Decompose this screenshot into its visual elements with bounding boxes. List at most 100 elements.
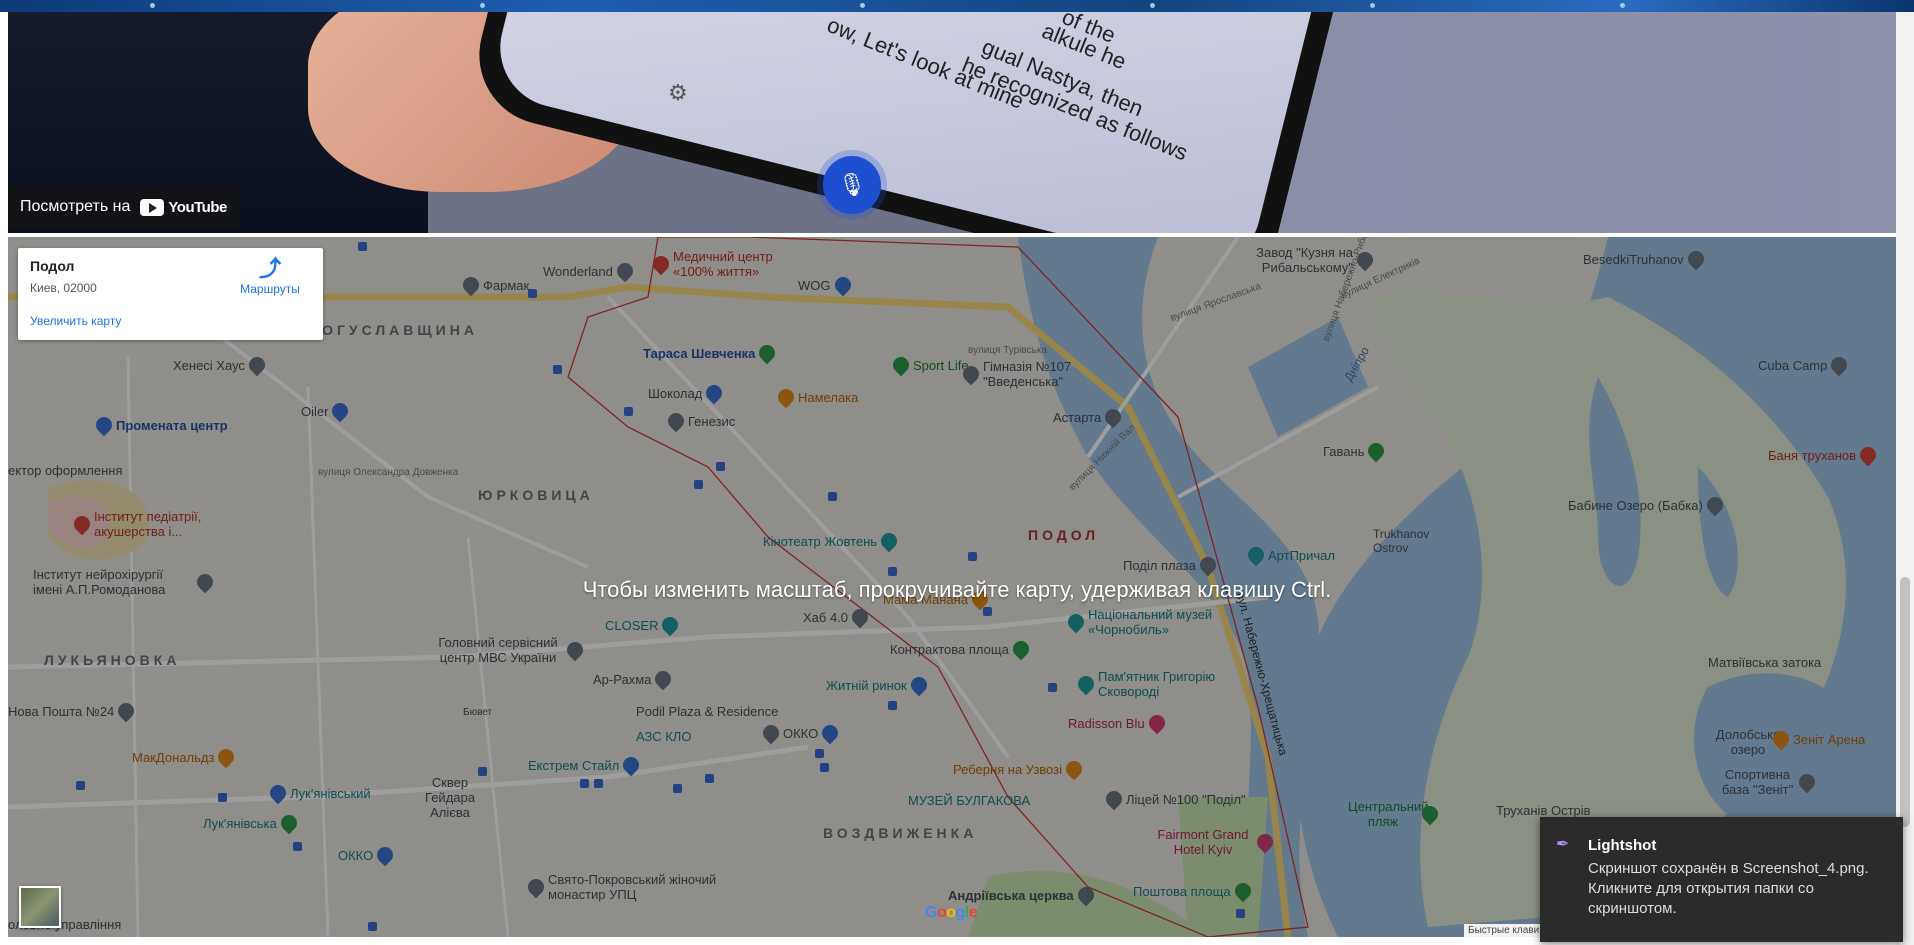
map-poi[interactable]: Нова Пошта №24	[8, 699, 138, 723]
metro-icon	[756, 341, 779, 365]
youtube-wordmark: YouTube	[168, 198, 227, 216]
map-poi[interactable]: WOG	[798, 273, 854, 297]
page-scrollbar[interactable]	[1896, 12, 1914, 945]
map-poi[interactable]: Бабине Озеро (Бабка)	[1568, 493, 1727, 517]
bus-stop-icon	[694, 480, 703, 489]
map-poi[interactable]: ектор оформлення	[8, 463, 122, 478]
map-poi[interactable]: Тараса Шевченка	[643, 341, 779, 365]
map-poi[interactable]: Житній ринок	[826, 673, 931, 697]
poi-label: Національний музей «Чорнобиль»	[1088, 607, 1213, 637]
map-poi[interactable]: Лук'янівська	[203, 811, 301, 835]
map-poi[interactable]: Oiler	[301, 399, 352, 423]
map-poi[interactable]: Гімназія №107 "Введенська"	[959, 359, 1093, 389]
map-poi[interactable]: Реберня на Узвозі	[953, 757, 1086, 781]
bus-stop-icon	[815, 749, 824, 758]
spa-icon	[1856, 443, 1880, 467]
bus-stop-icon	[553, 365, 562, 374]
bus-stop-icon	[673, 784, 682, 793]
map-poi[interactable]: Фармак	[459, 273, 529, 297]
map-poi[interactable]: МакДональдз	[132, 745, 238, 769]
map-poi[interactable]: Бювет	[463, 707, 492, 718]
map-poi[interactable]: Баня труханов	[1768, 443, 1880, 467]
directions-icon: ⤴	[259, 256, 282, 281]
poi-label: Завод "Кузня на Рибальському"	[1256, 245, 1353, 275]
map-poi[interactable]: Медичний центр «100% життя»	[649, 249, 793, 279]
map-poi[interactable]: ОККО	[759, 721, 842, 745]
youtube-embed[interactable]: of the alkule he gual Nastya, then he re…	[8, 12, 1896, 233]
directions-button[interactable]: ⤴ Маршруты	[235, 256, 305, 297]
map-poi[interactable]: Fairmont Grand Hotel Kyiv	[1153, 827, 1277, 857]
church-icon	[1074, 883, 1097, 907]
watch-on-youtube-button[interactable]: Посмотреть на YouTube	[8, 185, 239, 229]
map-pin-icon	[759, 721, 783, 745]
map-poi[interactable]: Ар-Рахма	[593, 667, 675, 691]
map-poi[interactable]: Промената центр	[92, 413, 228, 437]
map-poi[interactable]: Шоколад	[648, 381, 726, 405]
map-poi[interactable]: Лук'янівський	[266, 781, 371, 805]
map-poi[interactable]: Wonderland	[543, 259, 637, 283]
map-poi[interactable]: Ліцей №100 "Поділ"	[1102, 787, 1246, 811]
map-poi[interactable]: Андріївська церква	[948, 883, 1097, 907]
hotel-icon	[1145, 711, 1168, 735]
map-pin-icon	[1101, 405, 1125, 429]
enlarge-map-link[interactable]: Увеличить карту	[30, 314, 121, 328]
map-poi[interactable]: Інститут нейрохірургії імені А.П.Ромодан…	[33, 567, 217, 597]
map-poi[interactable]: Екстрем Стайл	[528, 753, 643, 777]
map-poi[interactable]: Мама Манана	[883, 587, 992, 611]
map-poi[interactable]: Сквер Гейдара Алієва	[415, 775, 485, 820]
poi-label: ектор оформлення	[8, 463, 123, 478]
map-poi[interactable]: BesedkiTruhanov	[1583, 247, 1708, 271]
poi-label: CLOSER	[605, 617, 659, 633]
map-poi[interactable]: Podil Plaza & Residence	[636, 704, 778, 719]
poi-label: Шоколад	[648, 385, 703, 401]
map-poi[interactable]: Генезис	[664, 409, 735, 433]
map-poi[interactable]: Труханів Острів	[1496, 803, 1591, 818]
map-poi[interactable]: Radisson Blu	[1068, 711, 1168, 735]
notification-message: Скриншот сохранён в Screenshot_4.png. Кл…	[1588, 860, 1869, 917]
map-poi[interactable]: Національний музей «Чорнобиль»	[1064, 607, 1238, 637]
map-poi[interactable]: Поштова площа	[1133, 879, 1254, 903]
map-poi[interactable]: Хенесі Хаус	[173, 353, 269, 377]
map-poi[interactable]: Астарта	[1053, 405, 1125, 429]
map-poi[interactable]: Поділ плаза	[1123, 553, 1220, 577]
map-poi[interactable]: Завод "Кузня на Рибальському"	[1228, 245, 1377, 275]
map-poi[interactable]: ОККО	[338, 843, 397, 867]
poi-label: Trukhanov Ostrov	[1373, 527, 1430, 555]
bus-stop-icon	[1236, 909, 1245, 918]
map-poi[interactable]: Хаб 4.0	[803, 605, 872, 629]
map-poi[interactable]: АртПричал	[1244, 543, 1335, 567]
map-poi[interactable]: Гавань	[1323, 439, 1388, 463]
map-poi[interactable]: Trukhanov Ostrov	[1373, 527, 1443, 555]
map-poi[interactable]: Кінотеатр Жовтень	[763, 529, 901, 553]
map-poi[interactable]: CLOSER	[605, 613, 682, 637]
map-poi[interactable]: МУЗЕЙ БУЛГАКОВА	[908, 793, 1030, 808]
map-poi[interactable]: Інститут педіатрії, акушерства і...	[70, 509, 219, 539]
bus-stop-icon	[528, 289, 537, 298]
satellite-toggle-button[interactable]	[19, 886, 61, 928]
poi-label: Radisson Blu	[1068, 715, 1145, 731]
map-poi[interactable]: Контрактова площа	[890, 637, 1033, 661]
scrollbar-thumb[interactable]	[1900, 577, 1910, 827]
map-poi[interactable]: Центральний пляж	[1348, 799, 1442, 829]
keyboard-shortcuts-link[interactable]: Быстрые клави	[1464, 924, 1544, 937]
map-poi[interactable]: Cuba Camp	[1758, 353, 1851, 377]
cafe-icon	[659, 613, 682, 637]
map-poi[interactable]: Матвіївська затока	[1708, 655, 1821, 670]
map-poi[interactable]: Спортивна база "Зеніт"	[1720, 767, 1819, 797]
poi-label: Інститут нейрохірургії імені А.П.Ромодан…	[33, 567, 166, 597]
map-poi[interactable]: Sport Life	[889, 353, 969, 377]
poi-label: Лук'янівський	[290, 785, 371, 801]
map-poi[interactable]: Головний сервісний центр МВС України	[433, 635, 587, 665]
place-card: Подол Киев, 02000 Увеличить карту ⤴ Марш…	[18, 248, 323, 340]
map-poi[interactable]: АЗС КЛО	[636, 729, 691, 744]
map-poi[interactable]: Пам'ятник Григорію Сковороді	[1074, 669, 1248, 699]
youtube-play-icon	[140, 198, 165, 216]
bus-stop-icon	[580, 779, 589, 788]
map-poi[interactable]: Зеніт Арена	[1769, 727, 1865, 751]
poi-label: ОККО	[338, 847, 374, 863]
lightshot-notification[interactable]: ✒ Lightshot Скриншот сохранён в Screensh…	[1540, 817, 1903, 942]
bus-stop-icon	[1048, 683, 1057, 692]
map-poi[interactable]: Намелака	[774, 385, 858, 409]
poi-label: Ліцей №100 "Поділ"	[1126, 791, 1246, 807]
map-poi[interactable]: Свято-Покровський жіночий монастир УПЦ	[524, 872, 728, 902]
